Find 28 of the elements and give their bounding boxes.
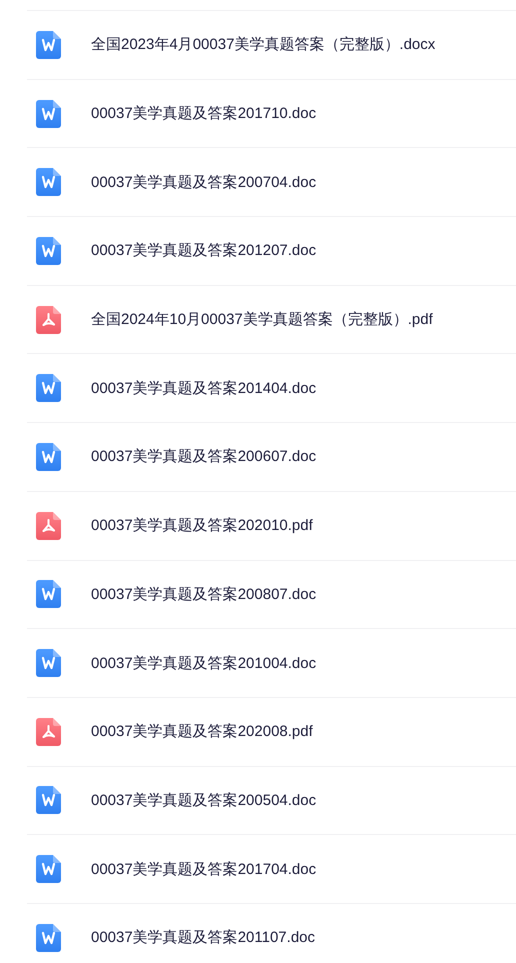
file-name[interactable]: 全国2024年10月00037美学真题答案（完整版）.pdf xyxy=(91,310,433,330)
file-name[interactable]: 全国2023年4月00037美学真题答案（完整版）.docx xyxy=(91,35,436,54)
word-file-icon xyxy=(36,580,61,608)
word-file-icon xyxy=(36,30,61,59)
file-name[interactable]: 00037美学真题及答案200807.doc xyxy=(91,584,316,604)
word-file-icon xyxy=(36,924,61,952)
file-name[interactable]: 00037美学真题及答案201207.doc xyxy=(91,241,316,260)
file-name[interactable]: 00037美学真题及答案200504.doc xyxy=(91,790,316,810)
file-name[interactable]: 00037美学真题及答案201004.doc xyxy=(91,654,316,673)
file-name[interactable]: 00037美学真题及答案200704.doc xyxy=(91,172,316,192)
word-file-icon xyxy=(36,649,61,678)
word-file-icon xyxy=(36,855,61,884)
pdf-file-icon xyxy=(36,718,61,746)
file-name[interactable]: 00037美学真题及答案200607.doc xyxy=(91,447,316,466)
word-file-icon xyxy=(36,374,61,402)
word-file-icon xyxy=(36,786,61,814)
file-name[interactable]: 00037美学真题及答案202010.pdf xyxy=(91,516,313,536)
word-file-icon xyxy=(36,236,61,265)
word-file-icon xyxy=(36,442,61,471)
file-name[interactable]: 00037美学真题及答案202008.pdf xyxy=(91,722,313,742)
pdf-file-icon xyxy=(36,512,61,540)
word-file-icon xyxy=(36,168,61,196)
file-name[interactable]: 00037美学真题及答案201107.doc xyxy=(91,928,316,948)
file-name[interactable]: 00037美学真题及答案201704.doc xyxy=(91,860,316,879)
file-name[interactable]: 00037美学真题及答案201710.doc xyxy=(91,104,316,124)
word-file-icon xyxy=(36,100,61,128)
file-name[interactable]: 00037美学真题及答案201404.doc xyxy=(91,378,316,398)
pdf-file-icon xyxy=(36,306,61,334)
